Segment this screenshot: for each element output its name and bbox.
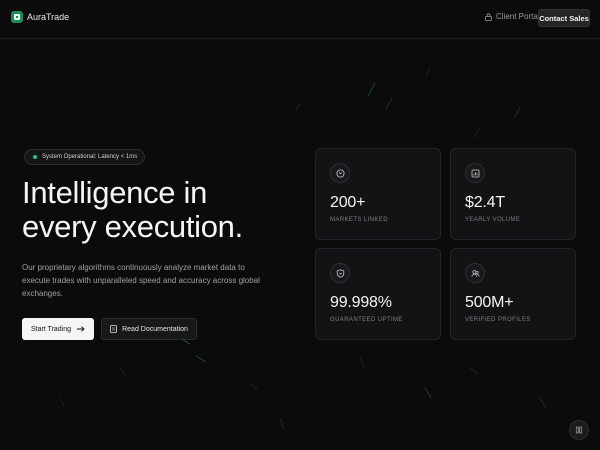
stat-label: YEARLY VOLUME: [465, 217, 521, 223]
hero-description: Our proprietary algorithms continuously …: [22, 263, 260, 298]
stat-card-markets: 200+ MARKETS LINKED: [315, 148, 441, 240]
shield-icon: [330, 263, 350, 283]
stat-value: 99.998%: [330, 294, 392, 311]
stat-card-uptime: 99.998% GUARANTEED UPTIME: [315, 248, 441, 340]
read-documentation-button[interactable]: Read Documentation: [101, 318, 197, 340]
arrow-right-icon: [77, 326, 85, 332]
status-badge: System Operational: Latency < 1ms: [24, 149, 146, 165]
users-icon: [465, 263, 485, 283]
document-icon: [110, 325, 118, 333]
status-dot-icon: [33, 155, 37, 159]
headline-line-1: Intelligence in: [22, 175, 208, 210]
stat-label: MARKETS LINKED: [330, 217, 388, 223]
background-streaks: [59, 67, 547, 431]
lock-icon: [485, 12, 492, 21]
stat-value: $2.4T: [465, 194, 505, 211]
stat-value: 200+: [330, 194, 366, 211]
globe-icon: [330, 163, 350, 183]
start-trading-button[interactable]: Start Trading: [22, 318, 94, 340]
stat-card-profiles: 500M+ VERIFIED PROFILES: [450, 248, 576, 340]
start-trading-label: Start Trading: [30, 325, 72, 333]
logo-icon[interactable]: [11, 11, 23, 23]
top-navbar: AuraTrade Client Portal Contact Sales: [0, 0, 600, 39]
stat-label: GUARANTEED UPTIME: [330, 317, 403, 323]
client-portal-link[interactable]: Client Portal: [485, 12, 540, 21]
stat-value: 500M+: [465, 294, 514, 311]
brand-name[interactable]: AuraTrade: [27, 12, 69, 22]
pause-icon: [575, 426, 583, 434]
client-portal-label: Client Portal: [496, 12, 540, 21]
pause-button[interactable]: [569, 420, 589, 440]
chart-icon: [465, 163, 485, 183]
status-text: System Operational: Latency < 1ms: [42, 154, 138, 160]
read-documentation-label: Read Documentation: [122, 325, 188, 333]
hero-headline: Intelligence in every execution.: [22, 176, 302, 244]
headline-line-2: every execution.: [22, 209, 243, 244]
stat-label: VERIFIED PROFILES: [465, 317, 531, 323]
stat-card-volume: $2.4T YEARLY VOLUME: [450, 148, 576, 240]
contact-sales-button[interactable]: Contact Sales: [538, 9, 590, 27]
